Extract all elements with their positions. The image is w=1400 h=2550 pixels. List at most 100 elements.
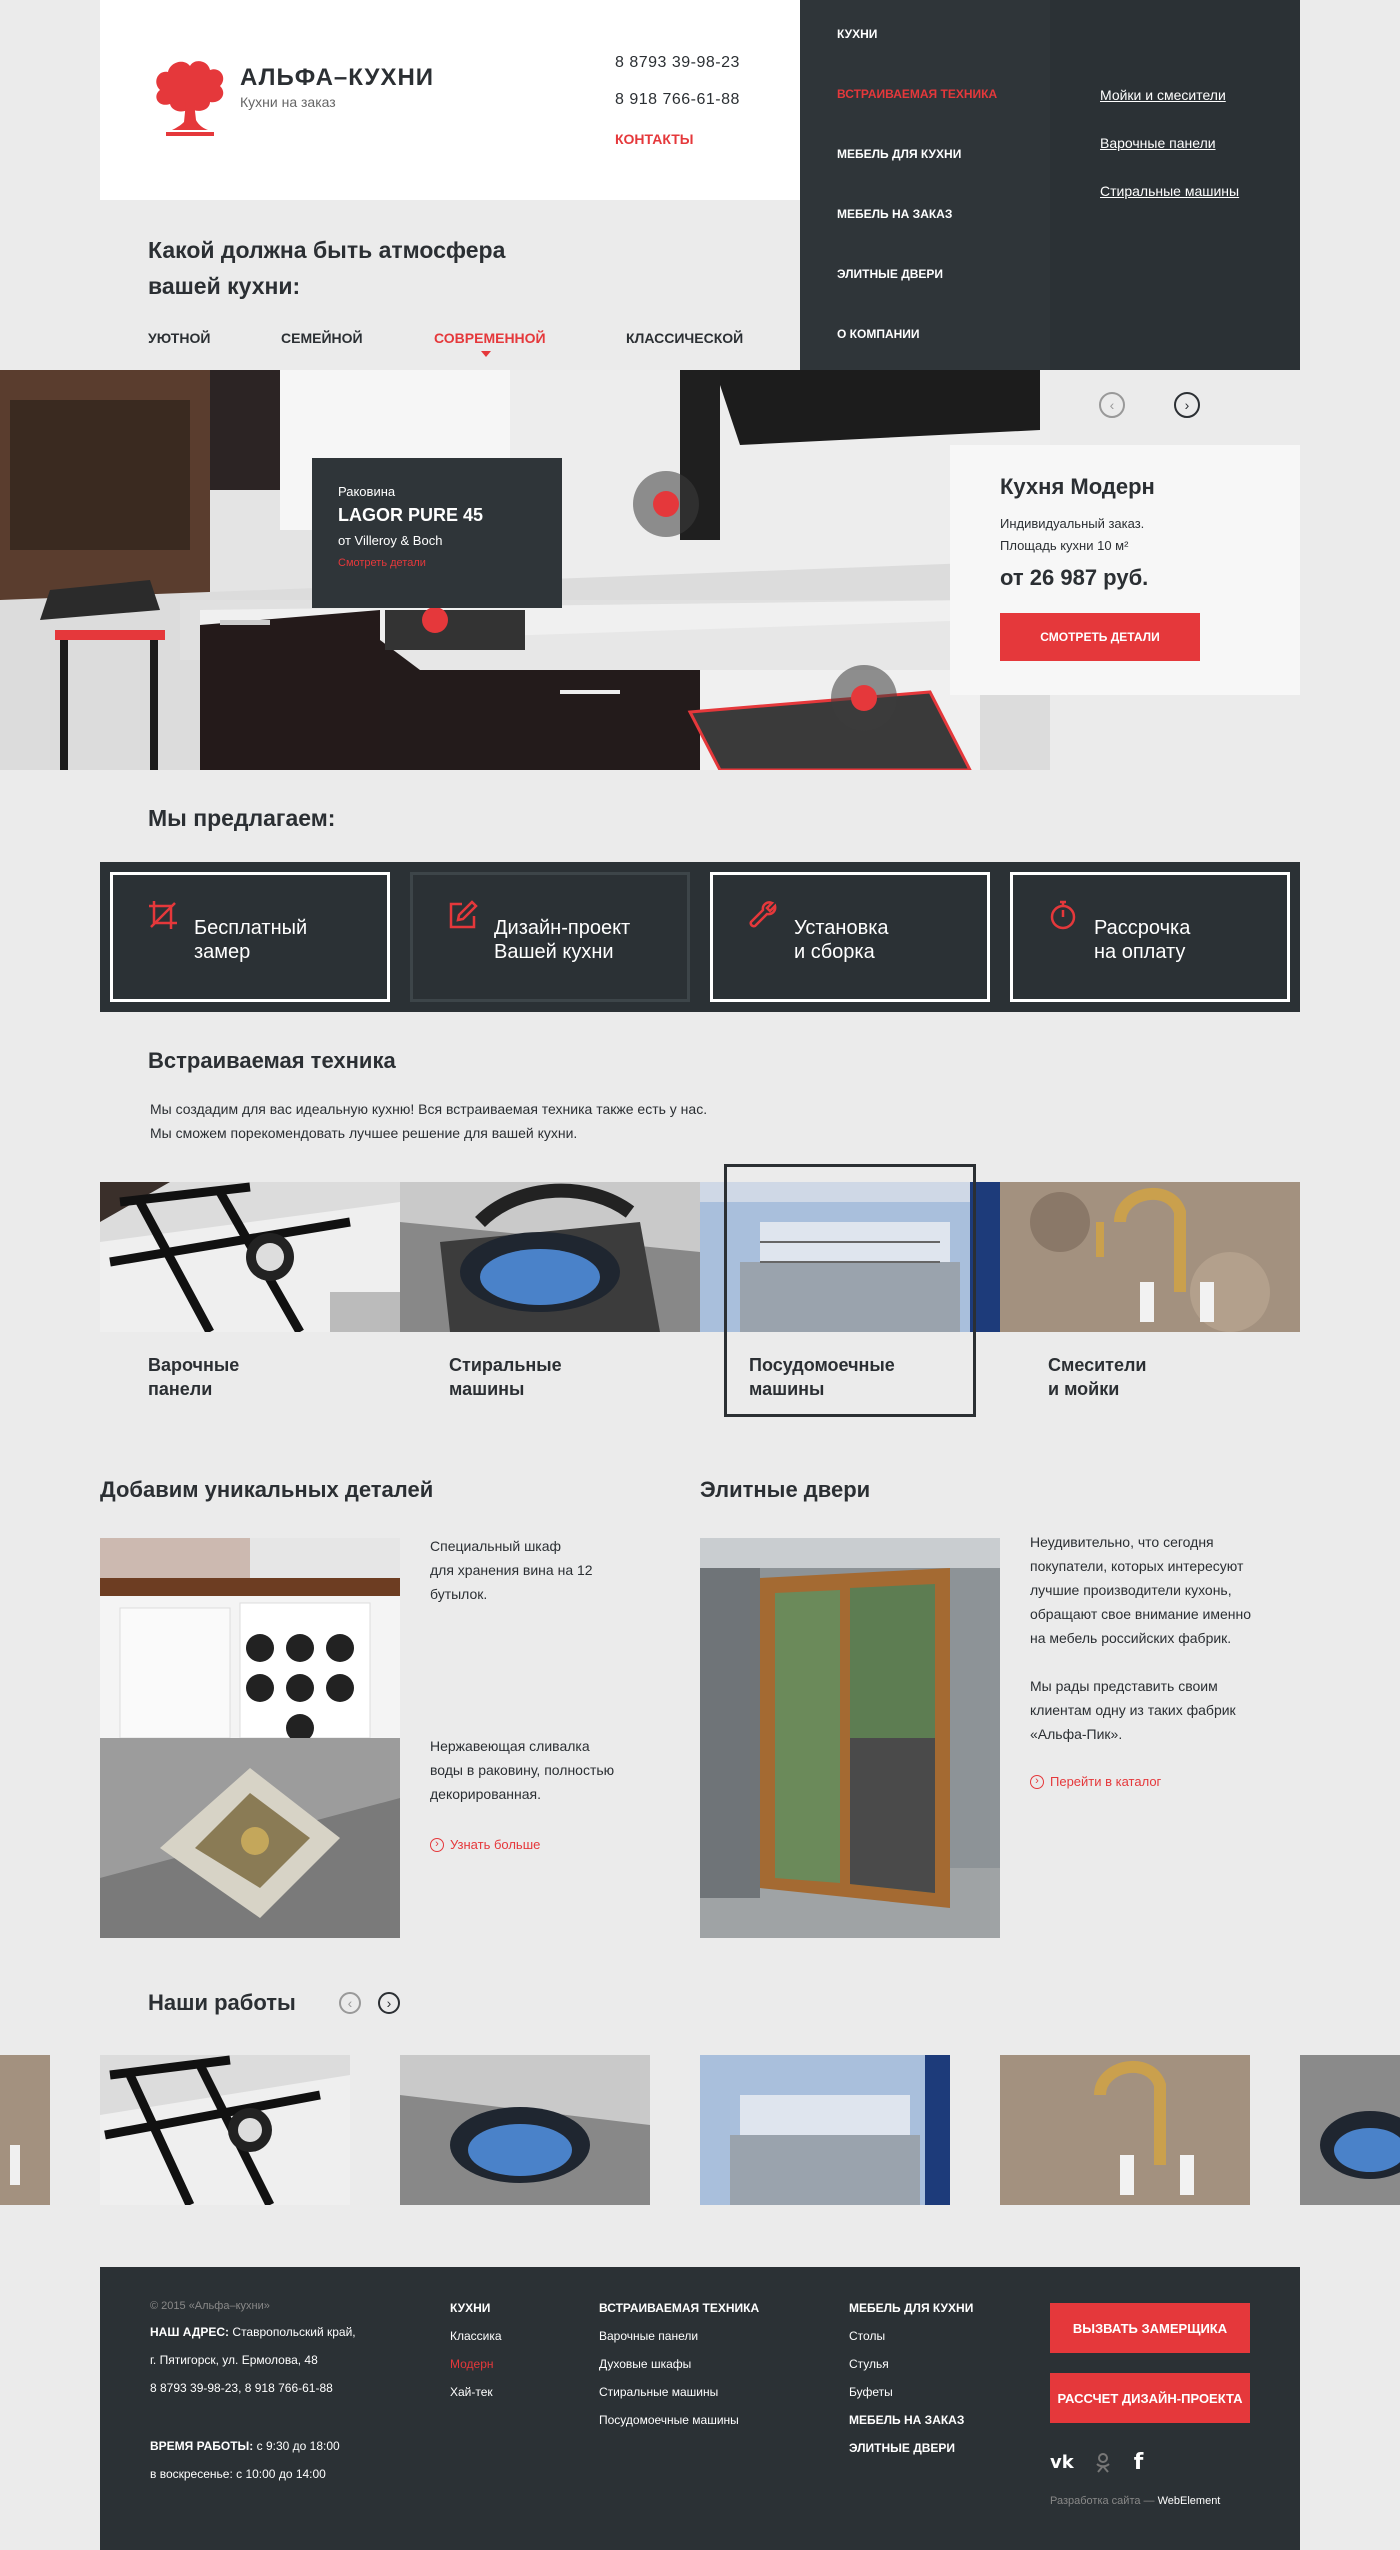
footer-link[interactable]: Стулья [849, 2357, 973, 2371]
footer-address-line: Ставропольский край, [232, 2325, 356, 2339]
details-learn-more-link[interactable]: › Узнать больше [430, 1837, 540, 1852]
vk-icon[interactable]: vk [1050, 2452, 1074, 2473]
offer-label: Вашей кухни [494, 941, 614, 963]
details-text-drain: Нержавеющая сливалка воды в раковину, по… [430, 1734, 614, 1806]
footer-link[interactable]: Хай-тек [450, 2385, 502, 2399]
stopwatch-icon [1050, 900, 1076, 930]
hero-prev-button[interactable]: ‹ [1099, 392, 1125, 418]
works-item[interactable] [100, 2055, 350, 2205]
appliance-label-line: Посудомоечные [749, 1355, 895, 1375]
tab-family[interactable]: СЕМЕЙНОЙ [281, 330, 363, 346]
appliances-description-line: Мы сможем порекомендовать лучшее решение… [150, 1125, 578, 1141]
logo[interactable]: АЛЬФА–КУХНИ Кухни на заказ [148, 52, 434, 142]
appliance-label-washers[interactable]: Стиральные машины [449, 1353, 562, 1401]
footer-phones[interactable]: 8 8793 39-98-23, 8 918 766-61-88 [150, 2381, 370, 2395]
appliance-label-line: и мойки [1048, 1379, 1120, 1399]
hero-card-details-button[interactable]: СМОТРЕТЬ ДЕТАЛИ [1000, 613, 1200, 661]
doors-text-line: обращают свое внимание именно [1030, 1606, 1252, 1622]
edit-icon [449, 900, 478, 929]
appliance-image-washer[interactable] [400, 1182, 700, 1332]
chevron-right-icon: › [1184, 397, 1190, 413]
header-phone-1[interactable]: 8 8793 39-98-23 [615, 54, 740, 72]
doors-text-line: лучшие производители кухонь, [1030, 1582, 1232, 1598]
details-image-drain [100, 1738, 400, 1938]
footer-link[interactable]: Буфеты [849, 2385, 973, 2399]
footer-link[interactable]: Духовые шкафы [599, 2357, 759, 2371]
atmosphere-title-line: вашей кухни: [148, 273, 301, 299]
works-item[interactable] [1000, 2055, 1250, 2205]
footer-col-title[interactable]: КУХНИ [450, 2301, 502, 2315]
footer-developer[interactable]: Разработка сайта — WebElement [1050, 2495, 1220, 2507]
footer-link[interactable]: Варочные панели [599, 2329, 759, 2343]
chevron-left-icon: ‹ [347, 1995, 353, 2011]
works-prev-button[interactable]: ‹ [339, 1992, 361, 2014]
appliance-label-faucets[interactable]: Смесители и мойки [1048, 1353, 1147, 1401]
offer-label: Дизайн-проект [494, 917, 631, 939]
menu-item[interactable]: О КОМПАНИИ [837, 327, 920, 341]
footer-developer-name: WebElement [1157, 2495, 1221, 2507]
hotspot-dot [851, 685, 877, 711]
menu-item-active[interactable]: ВСТРАИВАЕМАЯ ТЕХНИКА [837, 87, 997, 101]
appliance-label-line: Стиральные [449, 1355, 562, 1375]
footer-link-active[interactable]: Модерн [450, 2357, 502, 2371]
tab-cozy[interactable]: УЮТНОЙ [148, 330, 210, 346]
header-phone-2[interactable]: 8 918 766-61-88 [615, 91, 740, 109]
footer-link[interactable]: Столы [849, 2329, 973, 2343]
footer-link[interactable]: Стиральные машины [599, 2385, 759, 2399]
hotspot-sink[interactable] [422, 607, 448, 633]
offer-installation[interactable]: Установка и сборка [710, 872, 990, 1002]
odnoklassniki-icon[interactable] [1094, 2452, 1112, 2474]
hotspot-cooktop[interactable] [831, 665, 897, 731]
tab-classic[interactable]: КЛАССИЧЕСКОЙ [626, 330, 743, 346]
offer-design-project[interactable]: Дизайн-проект Вашей кухни [410, 872, 690, 1002]
footer-link[interactable]: Классика [450, 2329, 502, 2343]
facebook-icon[interactable]: f [1134, 2450, 1144, 2475]
footer-col-title[interactable]: ЭЛИТНЫЕ ДВЕРИ [849, 2441, 973, 2455]
footer-hours-line: в воскресенье: с 10:00 до 14:00 [150, 2467, 326, 2481]
main-menu: КУХНИ ВСТРАИВАЕМАЯ ТЕХНИКА МЕБЕЛЬ ДЛЯ КУ… [800, 0, 1050, 370]
appliances-title: Встраиваемая техника [148, 1048, 396, 1073]
footer-contacts: © 2015 «Альфа–кухни» НАШ АДРЕС: Ставропо… [150, 2300, 370, 2481]
works-item[interactable] [700, 2055, 950, 2205]
footer-call-measurer-button[interactable]: ВЫЗВАТЬ ЗАМЕРЩИКА [1050, 2303, 1250, 2353]
menu-item[interactable]: МЕБЕЛЬ ДЛЯ КУХНИ [837, 147, 961, 161]
footer-link[interactable]: Посудомоечные машины [599, 2413, 759, 2427]
submenu-item[interactable]: Варочные панели [1100, 135, 1216, 151]
offer-free-measure[interactable]: Бесплатный замер [110, 872, 390, 1002]
appliance-label-line: машины [449, 1379, 525, 1399]
appliance-label-dishwashers[interactable]: Посудомоечные машины [749, 1353, 895, 1401]
footer-col-title[interactable]: ВСТРАИВАЕМАЯ ТЕХНИКА [599, 2301, 759, 2315]
details-image-wine [100, 1538, 400, 1738]
submenu-item[interactable]: Стиральные машины [1100, 183, 1239, 199]
footer-col-title[interactable]: МЕБЕЛЬ ДЛЯ КУХНИ [849, 2301, 973, 2315]
menu-item[interactable]: КУХНИ [837, 27, 877, 41]
tooltip-title: LAGOR PURE 45 [338, 505, 484, 525]
appliances-description: Мы создадим для вас идеальную кухню! Вся… [150, 1097, 707, 1145]
tooltip-link[interactable]: Смотреть детали [338, 557, 562, 569]
logo-name: АЛЬФА–КУХНИ [240, 64, 435, 91]
details-text-line: бутылок. [430, 1586, 488, 1602]
menu-item[interactable]: МЕБЕЛЬ НА ЗАКАЗ [837, 207, 952, 221]
works-next-button[interactable]: › [378, 1992, 400, 2014]
offer-installment[interactable]: Рассрочка на оплату [1010, 872, 1290, 1002]
hero-next-button[interactable]: › [1174, 392, 1200, 418]
appliance-image-cooktop[interactable] [100, 1182, 400, 1332]
works-carousel-partial-left[interactable] [0, 2055, 50, 2205]
logo-tree-icon [156, 61, 224, 136]
offer-label: Рассрочка [1094, 917, 1191, 939]
footer-hours-label: ВРЕМЯ РАБОТЫ: [150, 2439, 254, 2453]
crop-icon [149, 901, 177, 929]
menu-item[interactable]: ЭЛИТНЫЕ ДВЕРИ [837, 267, 943, 281]
works-item[interactable] [400, 2055, 650, 2205]
appliance-image-faucet[interactable] [1000, 1182, 1300, 1332]
header-contacts-link[interactable]: КОНТАКТЫ [615, 131, 693, 147]
works-carousel-partial-right[interactable] [1300, 2055, 1400, 2205]
tooltip-brand: от Villeroy & Boch [338, 533, 443, 548]
hotspot-hood[interactable] [633, 471, 699, 537]
footer-col-title[interactable]: МЕБЕЛЬ НА ЗАКАЗ [849, 2413, 973, 2427]
submenu-item[interactable]: Мойки и смесители [1100, 87, 1226, 103]
tab-modern[interactable]: СОВРЕМЕННОЙ [434, 330, 546, 346]
appliance-label-cooktops[interactable]: Варочные панели [148, 1353, 239, 1401]
doors-catalog-link[interactable]: › Перейти в каталог [1030, 1774, 1161, 1789]
footer-design-calc-button[interactable]: РАССЧЕТ ДИЗАЙН-ПРОЕКТА [1050, 2373, 1250, 2423]
